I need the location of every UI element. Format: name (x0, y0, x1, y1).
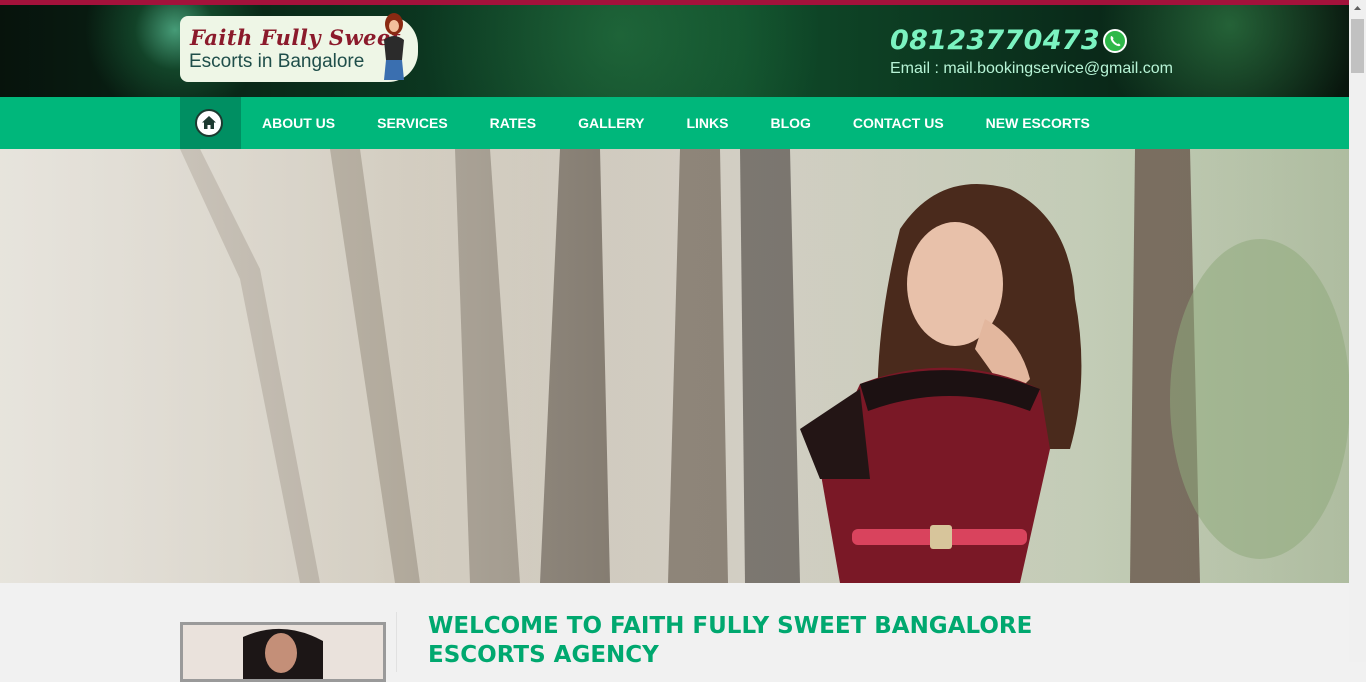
site-logo[interactable]: Faith Fully Sweet Escorts in Bangalore (180, 13, 418, 82)
profile-thumbnail[interactable] (180, 622, 386, 682)
logo-subtitle: Escorts in Bangalore (189, 51, 365, 72)
email-address[interactable]: Email : mail.bookingservice@gmail.com (890, 60, 1173, 78)
site-header: Faith Fully Sweet Escorts in Bangalore 0… (0, 5, 1349, 97)
nav-items: ABOUT US SERVICES RATES GALLERY LINKS BL… (241, 97, 1111, 149)
logo-title: Faith Fully Sweet (190, 25, 402, 50)
nav-home-button[interactable] (180, 97, 241, 149)
nav-about-us[interactable]: ABOUT US (241, 97, 356, 149)
phone-number[interactable]: 08123770473 (890, 25, 1100, 56)
scroll-up-arrow-icon[interactable] (1349, 0, 1366, 17)
main-navigation: ABOUT US SERVICES RATES GALLERY LINKS BL… (0, 97, 1349, 149)
nav-links[interactable]: LINKS (665, 97, 749, 149)
hero-photo (0, 149, 1349, 583)
nav-contact-us[interactable]: CONTACT US (832, 97, 965, 149)
contact-info: 08123770473 Email : mail.bookingservice@… (890, 25, 1173, 78)
home-icon (195, 109, 223, 137)
vertical-scrollbar[interactable] (1349, 0, 1366, 662)
nav-new-escorts[interactable]: NEW ESCORTS (965, 97, 1111, 149)
whatsapp-icon[interactable] (1102, 28, 1128, 54)
nav-gallery[interactable]: GALLERY (557, 97, 665, 149)
profile-photo (183, 625, 383, 679)
content-divider (396, 612, 397, 672)
nav-services[interactable]: SERVICES (356, 97, 469, 149)
hero-banner-image (0, 149, 1349, 583)
nav-blog[interactable]: BLOG (749, 97, 831, 149)
nav-rates[interactable]: RATES (469, 97, 557, 149)
welcome-heading: WELCOME TO FAITH FULLY SWEET BANGALORE E… (428, 613, 1033, 668)
scrollbar-thumb[interactable] (1351, 19, 1364, 73)
logo-figure-illustration (384, 13, 404, 80)
